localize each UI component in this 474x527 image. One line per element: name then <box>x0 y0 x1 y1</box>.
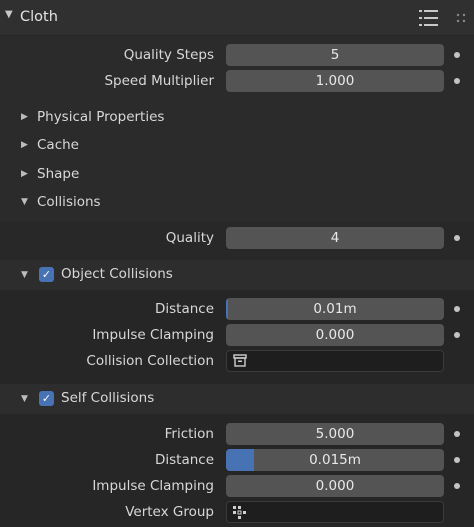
subpanel-cache[interactable]: Cache <box>37 137 79 153</box>
impulse-clamping-label: Impulse Clamping <box>92 478 214 494</box>
collision-collection-field[interactable] <box>226 350 444 372</box>
friction-label: Friction <box>164 426 214 442</box>
object-collisions-checkbox[interactable]: ✓ <box>39 267 54 282</box>
distance-fill <box>226 298 228 320</box>
animate-property-dot[interactable] <box>454 306 460 312</box>
distance-fill <box>226 449 255 471</box>
speed-multiplier-label: Speed Multiplier <box>104 73 214 89</box>
expand-arrow-icon[interactable]: ▶ <box>21 140 28 150</box>
drag-grip-icon[interactable] <box>455 12 467 24</box>
quality-steps-label: Quality Steps <box>123 47 214 63</box>
animate-property-dot[interactable] <box>454 332 460 338</box>
object-collisions-header[interactable]: ▼ ✓ Object Collisions <box>0 260 474 290</box>
object-collisions-panel: Distance 0.01m Impulse Clamping 0.000 Co… <box>0 290 474 384</box>
object-collisions-label: Object Collisions <box>61 266 173 282</box>
collisions-panel: Quality 4 <box>0 222 474 260</box>
collapse-arrow-icon[interactable]: ▼ <box>21 197 28 207</box>
object-impulse-clamping-field[interactable]: 0.000 <box>226 324 444 346</box>
self-distance-field[interactable]: 0.015m <box>226 449 444 471</box>
speed-multiplier-field[interactable]: 1.000 <box>226 70 444 92</box>
collapse-arrow-icon[interactable]: ▼ <box>21 394 28 404</box>
cloth-panel-header[interactable]: ▼ Cloth <box>0 0 474 36</box>
self-collisions-header[interactable]: ▼ ✓ Self Collisions <box>0 384 474 414</box>
animate-property-dot[interactable] <box>454 52 460 58</box>
self-collisions-label: Self Collisions <box>61 390 155 406</box>
animate-property-dot[interactable] <box>454 457 460 463</box>
self-collisions-panel: Friction 5.000 Distance 0.015m Impulse C… <box>0 414 474 527</box>
self-collisions-checkbox[interactable]: ✓ <box>39 391 54 406</box>
collapse-arrow-icon[interactable]: ▼ <box>21 270 28 280</box>
quality-steps-field[interactable]: 5 <box>226 44 444 66</box>
panel-title: Cloth <box>20 9 58 25</box>
vertex-group-label: Vertex Group <box>125 504 214 520</box>
preset-list-icon[interactable] <box>418 9 440 27</box>
impulse-clamping-label: Impulse Clamping <box>92 327 214 343</box>
expand-arrow-icon[interactable]: ▶ <box>21 112 28 122</box>
cloth-settings-panel: Quality Steps 5 Speed Multiplier 1.000 ▶… <box>0 36 474 222</box>
distance-label: Distance <box>154 301 214 317</box>
self-impulse-clamping-field[interactable]: 0.000 <box>226 475 444 497</box>
animate-property-dot[interactable] <box>454 431 460 437</box>
distance-label: Distance <box>154 452 214 468</box>
expand-arrow-icon[interactable]: ▶ <box>21 169 28 179</box>
quality-label: Quality <box>165 230 214 246</box>
self-friction-field[interactable]: 5.000 <box>226 423 444 445</box>
vertex-group-field[interactable] <box>226 501 444 523</box>
subpanel-collisions[interactable]: Collisions <box>37 194 101 210</box>
collection-icon <box>233 354 247 367</box>
object-distance-field[interactable]: 0.01m <box>226 298 444 320</box>
vertex-group-icon <box>233 506 246 519</box>
animate-property-dot[interactable] <box>454 483 460 489</box>
collision-quality-field[interactable]: 4 <box>226 227 444 249</box>
subpanel-physical-properties[interactable]: Physical Properties <box>37 109 164 125</box>
animate-property-dot[interactable] <box>454 78 460 84</box>
animate-property-dot[interactable] <box>454 235 460 241</box>
collision-collection-label: Collision Collection <box>86 353 214 369</box>
subpanel-shape[interactable]: Shape <box>37 166 79 182</box>
collapse-arrow-icon[interactable]: ▼ <box>5 9 13 20</box>
